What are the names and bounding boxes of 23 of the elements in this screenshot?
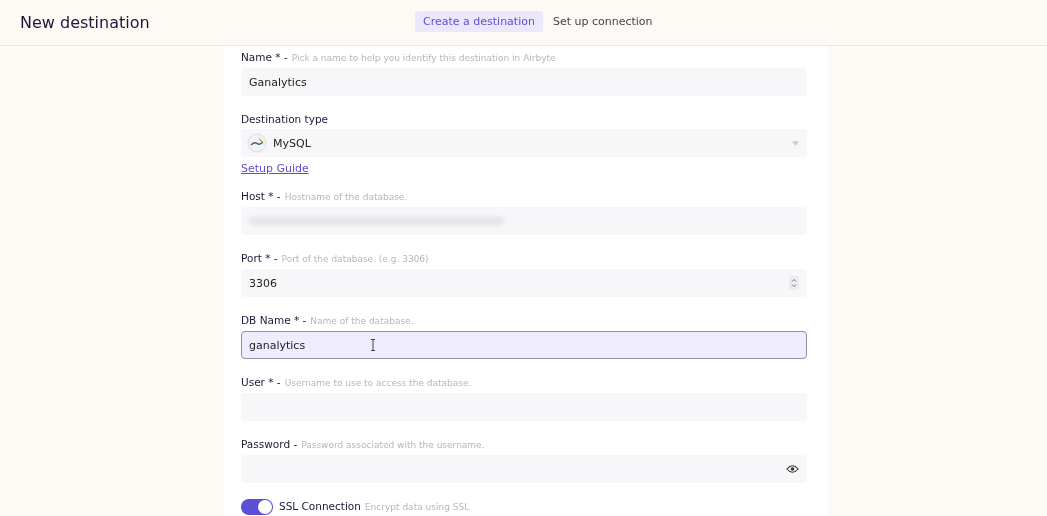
- eye-icon[interactable]: [786, 464, 799, 474]
- input-field[interactable]: 3306: [241, 269, 807, 297]
- input-field[interactable]: ganalytics: [241, 331, 807, 359]
- toggle-switch[interactable]: [241, 498, 273, 515]
- input-field[interactable]: [241, 455, 807, 483]
- field-label: Password - Password associated with the username.: [241, 437, 486, 452]
- field-label: Destination type: [241, 112, 330, 127]
- setup-guide-link[interactable]: Setup Guide: [241, 162, 309, 175]
- stepper-icon[interactable]: [789, 276, 799, 290]
- database-logo-icon: [247, 133, 267, 153]
- input-field[interactable]: [241, 207, 807, 235]
- field-label: DB Name * - Name of the database.: [241, 313, 415, 328]
- input-field[interactable]: Ganalytics: [241, 68, 807, 96]
- page-title: New destination: [20, 13, 150, 32]
- text-cursor-icon: [370, 339, 376, 351]
- toggle-label: SSL Connection Encrypt data using SSL: [279, 499, 470, 514]
- caret-icon: [792, 140, 799, 146]
- field-label: Port * - Port of the database. (e.g. 3306): [241, 251, 430, 266]
- field-label: Host * - Hostname of the database.: [241, 189, 409, 204]
- step-tab[interactable]: Create a destination: [415, 11, 543, 32]
- destination-type-select[interactable]: MySQL: [241, 129, 807, 157]
- step-tab[interactable]: Set up connection: [544, 11, 661, 32]
- field-label: User * - Username to use to access the database.: [241, 375, 473, 390]
